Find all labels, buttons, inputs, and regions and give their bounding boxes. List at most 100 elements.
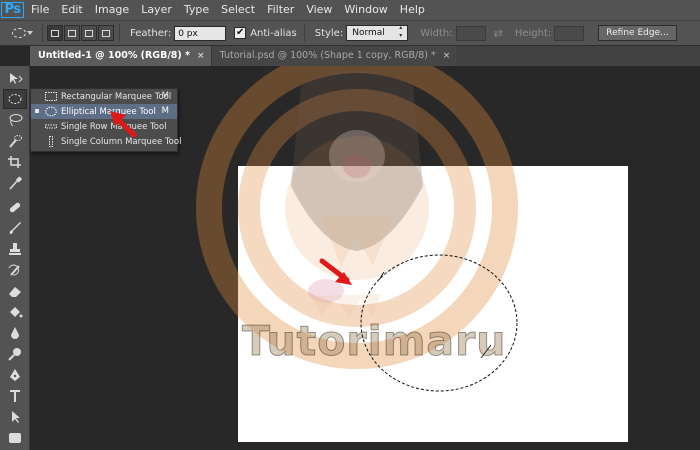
marquee-tools-flyout: Rectangular Marquee Tool M Elliptical Ma…: [30, 88, 181, 152]
rounded-rectangle-icon: [9, 433, 21, 443]
menu-image[interactable]: Image: [89, 0, 135, 20]
column-marquee-icon: [49, 136, 53, 147]
row-marquee-icon: [45, 124, 57, 129]
path-selection-icon: [12, 411, 20, 423]
add-selection-icon: [68, 29, 76, 37]
menu-edit[interactable]: Edit: [55, 0, 88, 20]
flyout-item-single-column-marquee[interactable]: Single Column Marquee Tool: [31, 134, 181, 149]
divider: [119, 24, 120, 42]
eyedropper-tool[interactable]: [3, 173, 27, 193]
flyout-item-elliptical-marquee[interactable]: Elliptical Marquee Tool M: [31, 104, 177, 119]
divider: [303, 24, 305, 42]
paint-bucket-icon: [10, 307, 23, 318]
rectangle-tool[interactable]: [3, 428, 27, 448]
quick-selection-tool[interactable]: [3, 131, 27, 151]
eyedropper-icon: [9, 176, 23, 190]
menu-filter[interactable]: Filter: [261, 0, 300, 20]
path-selection-tool[interactable]: [3, 407, 27, 427]
tab-label: Untitled-1 @ 100% (RGB/8) *: [38, 50, 191, 61]
type-icon: [10, 390, 20, 402]
close-icon[interactable]: ×: [443, 46, 451, 66]
menu-type[interactable]: Type: [178, 0, 215, 20]
shortcut-key: M: [161, 91, 169, 101]
flyout-item-label: Rectangular Marquee Tool: [61, 91, 172, 102]
rect-marquee-icon: [45, 92, 57, 101]
watermark-text: Tutorimaru: [242, 317, 507, 366]
feather-input[interactable]: 0 px: [174, 25, 227, 41]
menu-view[interactable]: View: [300, 0, 338, 20]
ellipse-marquee-icon: [8, 94, 22, 104]
document-canvas[interactable]: [238, 166, 628, 442]
subtract-selection-icon: [85, 29, 93, 37]
antialias-checkbox[interactable]: ✔: [234, 27, 247, 39]
flyout-item-single-row-marquee[interactable]: Single Row Marquee Tool: [31, 119, 177, 134]
tool-preset-picker[interactable]: [0, 22, 38, 44]
healing-brush-tool[interactable]: [3, 197, 27, 217]
bandage-icon: [9, 202, 21, 213]
eraser-icon: [9, 287, 21, 297]
subtract-from-selection-button[interactable]: [81, 25, 97, 41]
crop-tool[interactable]: [3, 152, 27, 172]
options-bar: Feather: 0 px ✔ Anti-alias Style: Normal…: [0, 20, 700, 46]
type-tool[interactable]: [3, 386, 27, 406]
tab-tutorial[interactable]: Tutorial.psd @ 100% (Shape 1 copy, RGB/8…: [210, 46, 457, 66]
divider: [42, 24, 43, 42]
brush-tool[interactable]: [3, 218, 27, 238]
stamp-icon: [9, 243, 21, 255]
document-tabs: Untitled-1 @ 100% (RGB/8) * × Tutorial.p…: [30, 46, 700, 66]
menu-select[interactable]: Select: [215, 0, 261, 20]
menu-help[interactable]: Help: [394, 0, 431, 20]
menu-window[interactable]: Window: [338, 0, 393, 20]
move-tool[interactable]: [3, 69, 27, 89]
height-input[interactable]: [554, 25, 585, 41]
chevron-down-icon: [27, 31, 33, 35]
ellipse-marquee-icon: [12, 28, 26, 38]
lasso-tool[interactable]: [3, 110, 27, 130]
paint-bucket-tool[interactable]: [3, 302, 27, 322]
dodge-tool[interactable]: [3, 344, 27, 364]
menu-file[interactable]: File: [25, 0, 55, 20]
width-input[interactable]: [455, 25, 486, 41]
brush-icon: [9, 222, 21, 234]
blur-drop-icon: [11, 327, 19, 339]
lasso-icon: [9, 114, 23, 127]
tab-untitled-1[interactable]: Untitled-1 @ 100% (RGB/8) * ×: [30, 46, 211, 66]
shortcut-key: M: [161, 106, 169, 116]
crop-icon: [8, 156, 21, 168]
antialias-label: Anti-alias: [250, 27, 297, 39]
intersect-selection-icon: [102, 29, 110, 37]
close-icon[interactable]: ×: [197, 46, 205, 66]
menu-layer[interactable]: Layer: [135, 0, 178, 20]
refine-edge-button[interactable]: Refine Edge...: [598, 25, 677, 41]
history-brush-tool[interactable]: [3, 260, 27, 280]
active-tool-indicator: [35, 109, 39, 113]
blur-tool[interactable]: [3, 323, 27, 343]
menu-bar: Ps File Edit Image Layer Type Select Fil…: [0, 0, 700, 20]
style-label: Style:: [314, 27, 344, 39]
photoshop-logo: Ps: [0, 0, 25, 20]
pen-icon: [10, 369, 20, 381]
swap-dimensions-icon[interactable]: ⇄: [494, 27, 503, 40]
tools-panel: [0, 66, 30, 450]
marquee-tool[interactable]: [3, 89, 27, 109]
flyout-item-label: Single Row Marquee Tool: [61, 121, 167, 132]
new-selection-icon: [51, 29, 59, 37]
dodge-icon: [8, 348, 21, 361]
add-to-selection-button[interactable]: [64, 25, 80, 41]
intersect-selection-button[interactable]: [98, 25, 114, 41]
eraser-tool[interactable]: [3, 281, 27, 301]
ellipse-marquee-icon: [45, 106, 57, 117]
clone-stamp-tool[interactable]: [3, 239, 27, 259]
style-select[interactable]: Normal: [346, 24, 409, 41]
flyout-item-rectangular-marquee[interactable]: Rectangular Marquee Tool M: [31, 89, 177, 104]
flyout-item-label: Single Column Marquee Tool: [61, 136, 182, 147]
feather-label: Feather:: [130, 27, 172, 39]
tab-label: Tutorial.psd @ 100% (Shape 1 copy, RGB/8…: [219, 50, 436, 61]
history-brush-icon: [8, 264, 20, 276]
new-selection-button[interactable]: [47, 25, 63, 41]
pen-tool[interactable]: [3, 365, 27, 385]
quick-selection-icon: [9, 135, 22, 148]
height-label: Height:: [514, 27, 552, 39]
flyout-item-label: Elliptical Marquee Tool: [61, 106, 156, 117]
width-label: Width:: [420, 27, 453, 39]
